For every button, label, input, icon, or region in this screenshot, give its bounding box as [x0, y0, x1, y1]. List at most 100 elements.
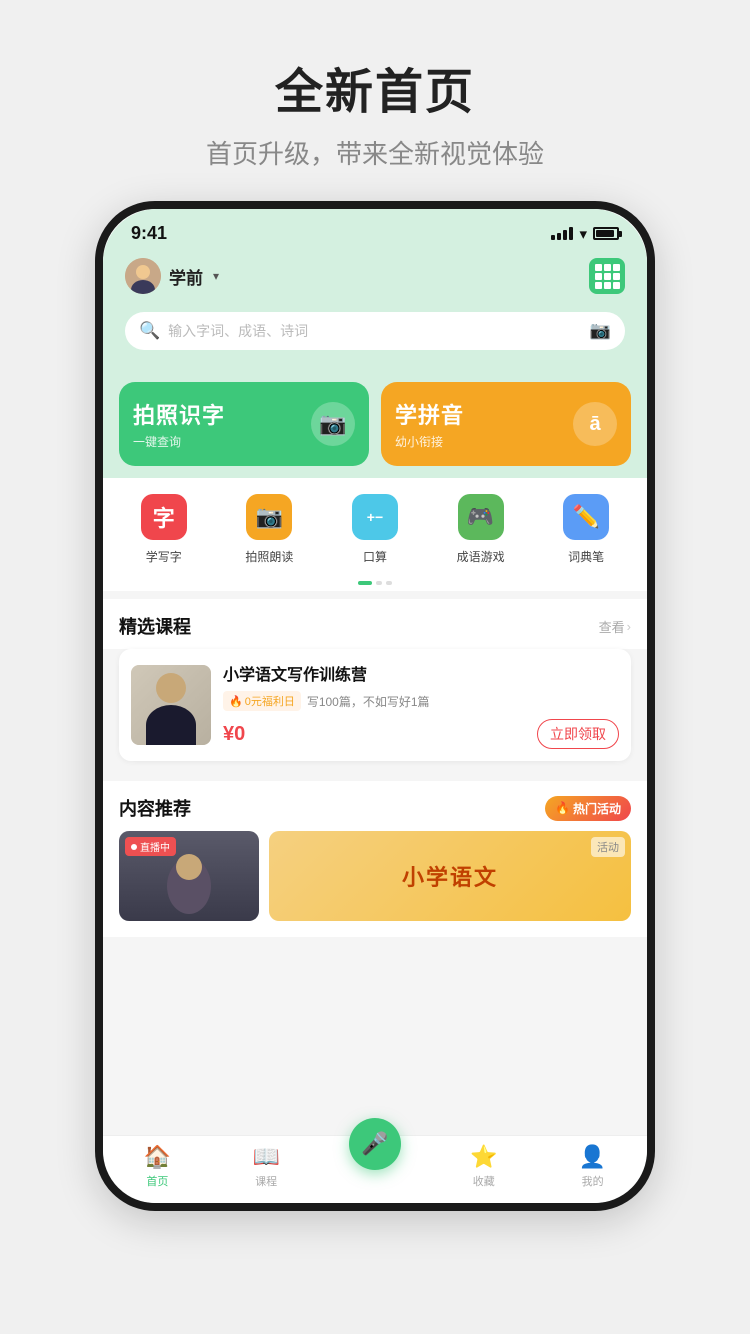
activity-tag: 活动 [591, 837, 625, 857]
content-title: 内容推荐 [119, 795, 191, 821]
photo-btn-main: 拍照识字 [133, 398, 225, 430]
courses-view-all[interactable]: 查看 › [599, 617, 631, 636]
feature-dict-pen[interactable]: ✏️ 词典笔 [556, 494, 616, 565]
camera-search-icon[interactable]: 📷 [590, 321, 611, 341]
dict-pen-label: 词典笔 [568, 548, 604, 565]
course-title: 小学语文写作训练营 [223, 661, 619, 685]
hot-badge-text: 热门活动 [573, 800, 621, 817]
pinyin-button[interactable]: 学拼音 幼小衔接 ā [381, 382, 631, 466]
feature-photo-read[interactable]: 📷 拍照朗读 [239, 494, 299, 565]
course-desc: 写100篇，不如写好1篇 [307, 693, 430, 710]
live-dot-icon [131, 844, 137, 850]
pinyin-btn-main: 学拼音 [395, 398, 464, 430]
feature-write[interactable]: 字 学写字 [134, 494, 194, 565]
nav-profile-label: 我的 [582, 1173, 604, 1189]
bottom-nav: 🏠 首页 📖 课程 ⭐ 收藏 👤 我的 🎤 [103, 1135, 647, 1203]
course-price-row: ¥0 立即领取 [223, 719, 619, 749]
signal-bar-2 [557, 233, 561, 240]
grade-label: 学前 [169, 264, 203, 289]
photo-btn-text: 拍照识字 一键查询 [133, 398, 225, 450]
promo-subtitle: 首页升级，带来全新视觉体验 [206, 134, 544, 171]
gap-1 [103, 591, 647, 599]
live-card[interactable]: 直播中 [119, 831, 259, 921]
nav-home[interactable]: 🏠 首页 [122, 1144, 192, 1189]
teacher-avatar [131, 665, 211, 745]
home-icon: 🏠 [144, 1144, 171, 1170]
action-buttons-area: 拍照识字 一键查询 📷 学拼音 幼小衔接 ā [103, 368, 647, 478]
free-day-badge: 🔥 0元福利日 [223, 691, 301, 711]
photo-read-label: 拍照朗读 [245, 548, 293, 565]
wifi-icon: ▾ [579, 225, 587, 243]
signal-bar-4 [569, 227, 573, 240]
write-icon-box: 字 [141, 494, 187, 540]
feature-mental-math[interactable]: +− 口算 [345, 494, 405, 565]
write-label: 学写字 [146, 548, 182, 565]
mic-fab-button[interactable]: 🎤 [349, 1118, 401, 1170]
search-area: 🔍 输入字词、成语、诗词 📷 [103, 308, 647, 368]
live-badge-text: 直播中 [140, 839, 170, 854]
course-badge-row: 🔥 0元福利日 写100篇，不如写好1篇 [223, 691, 619, 711]
photo-read-icon-box: 📷 [246, 494, 292, 540]
nav-courses[interactable]: 📖 课程 [231, 1144, 301, 1189]
view-all-arrow: › [627, 619, 631, 634]
phone-shell: 9:41 ▾ [95, 201, 655, 1211]
idiom-game-icon-box: 🎮 [458, 494, 504, 540]
hot-activity-badge[interactable]: 🔥 热门活动 [545, 796, 631, 821]
signal-bar-3 [563, 230, 567, 240]
photo-recognition-button[interactable]: 拍照识字 一键查询 📷 [119, 382, 369, 466]
courses-icon: 📖 [252, 1144, 279, 1170]
dict-pen-icon-box: ✏️ [563, 494, 609, 540]
mental-math-icon-box: +− [352, 494, 398, 540]
status-time: 9:41 [131, 223, 167, 244]
dot-2 [376, 581, 382, 585]
user-info[interactable]: 学前 ▾ [125, 258, 219, 294]
status-bar: 9:41 ▾ [103, 209, 647, 250]
course-thumbnail [131, 665, 211, 745]
grid-dots-icon [595, 264, 620, 289]
grid-menu-button[interactable] [589, 258, 625, 294]
activity-label: 小学语文 [402, 860, 498, 892]
dot-3 [386, 581, 392, 585]
feature-idiom-game[interactable]: 🎮 成语游戏 [451, 494, 511, 565]
content-recommend-header: 内容推荐 🔥 热门活动 [103, 781, 647, 831]
photo-btn-sub: 一键查询 [133, 433, 225, 450]
mic-icon: 🎤 [361, 1131, 388, 1157]
scroll-indicator [103, 577, 647, 591]
nav-profile[interactable]: 👤 我的 [558, 1144, 628, 1189]
course-card[interactable]: 小学语文写作训练营 🔥 0元福利日 写100篇，不如写好1篇 ¥0 立即领取 [119, 649, 631, 761]
phone-inner: 9:41 ▾ [103, 209, 647, 1203]
claim-button[interactable]: 立即领取 [537, 719, 619, 749]
signal-bar-1 [551, 235, 555, 240]
courses-title: 精选课程 [119, 613, 191, 639]
course-price: ¥0 [223, 723, 245, 746]
pinyin-btn-sub: 幼小衔接 [395, 433, 464, 450]
promo-title: 全新首页 [275, 52, 475, 122]
mental-math-label: 口算 [363, 548, 387, 565]
photo-btn-icon: 📷 [311, 402, 355, 446]
app-header: 学前 ▾ [103, 250, 647, 308]
nav-courses-label: 课程 [255, 1173, 277, 1189]
idiom-game-label: 成语游戏 [457, 548, 505, 565]
pinyin-btn-icon: ā [573, 402, 617, 446]
avatar [125, 258, 161, 294]
profile-icon: 👤 [579, 1144, 606, 1170]
search-placeholder-text: 输入字词、成语、诗词 [168, 321, 582, 341]
activity-card[interactable]: 小学语文 活动 [269, 831, 631, 921]
course-info: 小学语文写作训练营 🔥 0元福利日 写100篇，不如写好1篇 ¥0 立即领取 [223, 661, 619, 749]
nav-favorites-label: 收藏 [473, 1173, 495, 1189]
features-row: 字 学写字 📷 拍照朗读 +− 口算 🎮 成语游戏 ✏️ 词典笔 [103, 478, 647, 577]
live-badge: 直播中 [125, 837, 176, 856]
content-cards: 直播中 小学语文 活动 [103, 831, 647, 937]
signal-bars-icon [551, 227, 573, 240]
favorites-icon: ⭐ [470, 1144, 497, 1170]
battery-fill [596, 230, 614, 237]
courses-section-header: 精选课程 查看 › [103, 599, 647, 649]
status-icons: ▾ [551, 225, 619, 243]
person-head [156, 673, 186, 703]
gap-2 [103, 773, 647, 781]
nav-favorites[interactable]: ⭐ 收藏 [449, 1144, 519, 1189]
dropdown-icon: ▾ [213, 269, 219, 283]
search-bar[interactable]: 🔍 输入字词、成语、诗词 📷 [125, 312, 625, 350]
promo-area: 全新首页 首页升级，带来全新视觉体验 [0, 0, 750, 201]
main-content: 拍照识字 一键查询 📷 学拼音 幼小衔接 ā 字 学写字 [103, 368, 647, 1135]
